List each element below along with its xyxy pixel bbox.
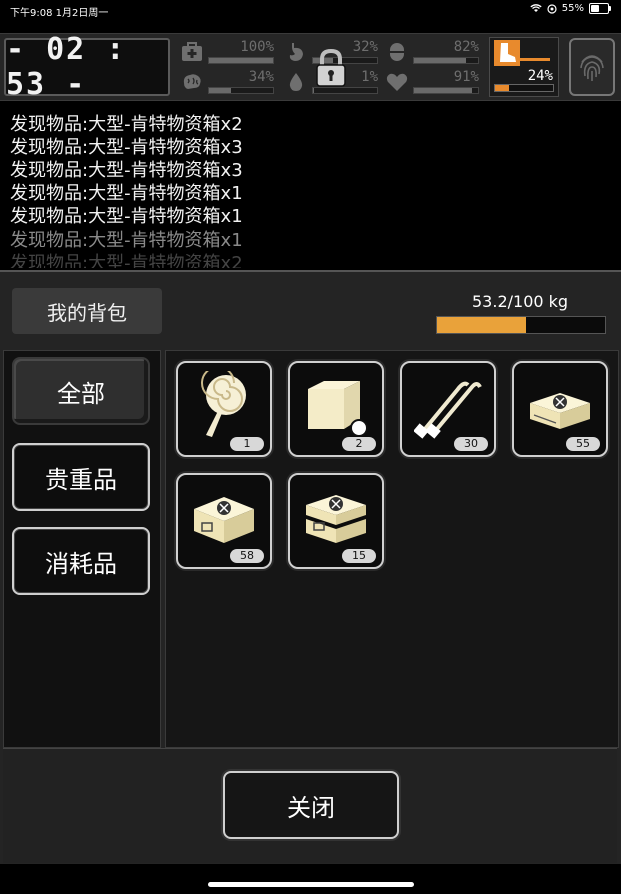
vital-stats: 100% 32% 82% 34% 1% 91% — [178, 36, 483, 98]
capacity-bar-fill — [437, 317, 527, 333]
log-line: 发现物品:大型-肯特物资箱x1 — [10, 206, 243, 227]
panel-footer: 关闭 — [3, 748, 617, 863]
capacity-bar — [436, 316, 606, 334]
status-bar: 下午9:08 1月2日周一 55% — [0, 0, 621, 20]
water-drop-icon — [289, 73, 303, 91]
battery-icon — [589, 3, 611, 14]
item-count: 1 — [230, 437, 264, 451]
countdown-timer: - 02 : 53 - — [4, 32, 170, 102]
stat-mental: 34% — [178, 68, 278, 96]
lockpick-icon — [414, 381, 482, 439]
survival-hud: - 02 : 53 - 100% 32% 82% 34% 1% 91% 24% — [0, 32, 621, 102]
weight-percent: 24% — [527, 68, 553, 84]
weight-dash — [520, 58, 550, 61]
supply-case-icon — [194, 497, 254, 543]
category-all[interactable]: 全部 — [12, 357, 150, 425]
item-count: 15 — [342, 549, 376, 563]
stat-health: 100% — [178, 38, 278, 66]
stat-heart: 91% — [383, 68, 483, 96]
log-line: 发现物品:大型-肯特物资箱x2 — [10, 114, 243, 135]
status-date: 1月2日周一 — [55, 8, 109, 19]
lollipop-icon — [201, 371, 246, 437]
item-count: 58 — [230, 549, 264, 563]
capacity-label: 53.2/100 kg — [472, 292, 569, 311]
category-valuables[interactable]: 贵重品 — [12, 443, 150, 511]
inventory-title: 我的背包 — [12, 288, 162, 334]
item-slot-supply-box[interactable]: 55 — [512, 361, 608, 457]
home-indicator[interactable] — [208, 882, 414, 887]
item-grid: 1 2 30 55 58 15 — [165, 350, 619, 748]
log-line: 发现物品:大型-肯特物资箱x2 — [10, 253, 243, 268]
lock-badge-icon — [350, 419, 368, 437]
item-count: 30 — [454, 437, 488, 451]
carry-weight-indicator: 24% — [489, 37, 559, 97]
item-count: 2 — [342, 437, 376, 451]
item-slot-supply-case[interactable]: 58 — [176, 473, 272, 569]
status-time-date: 下午9:08 1月2日周一 — [10, 4, 108, 19]
discovery-log[interactable]: 发现物品:大型-肯特物资箱x2 发现物品:大型-肯特物资箱x3 发现物品:大型-… — [0, 108, 621, 268]
item-slot-lockpick[interactable]: 30 — [400, 361, 496, 457]
fingerprint-button[interactable] — [569, 38, 615, 96]
item-slot-lollipop[interactable]: 1 — [176, 361, 272, 457]
stat-heart-bar — [414, 88, 473, 93]
stat-medicine-value: 82% — [453, 39, 479, 55]
heart-icon — [386, 73, 408, 91]
location-icon — [547, 3, 557, 14]
log-line: 发现物品:大型-肯特物资箱x3 — [10, 160, 243, 181]
stat-medicine: 82% — [383, 38, 483, 66]
log-line: 发现物品:大型-肯特物资箱x1 — [10, 230, 243, 251]
stat-thirst-value: 1% — [361, 69, 378, 85]
brain-icon — [183, 74, 201, 89]
stat-heart-value: 91% — [453, 69, 479, 85]
stat-mental-bar — [209, 88, 231, 93]
stat-mental-value: 34% — [248, 69, 274, 85]
pill-icon — [390, 43, 404, 61]
fingerprint-icon — [580, 55, 604, 81]
stat-medicine-bar — [414, 58, 467, 63]
supply-box-small-icon — [530, 393, 590, 429]
boot-icon — [494, 40, 520, 66]
padlock-icon — [316, 48, 346, 87]
log-line: 发现物品:大型-肯特物资箱x1 — [10, 183, 243, 204]
stomach-icon — [289, 43, 303, 61]
supply-crate-stack-icon — [306, 495, 366, 543]
stat-hunger-value: 32% — [352, 39, 378, 55]
wifi-icon — [530, 4, 542, 12]
battery-percent: 55% — [561, 3, 584, 14]
category-consumables[interactable]: 消耗品 — [12, 527, 150, 595]
category-sidebar: 全部 贵重品 消耗品 — [3, 350, 161, 748]
weight-bar-fill — [495, 85, 509, 91]
stat-health-value: 100% — [240, 39, 274, 55]
inventory-panel: 我的背包 53.2/100 kg 全部 贵重品 消耗品 1 2 30 55 58… — [0, 270, 621, 864]
item-count: 55 — [566, 437, 600, 451]
item-slot-supply-crate[interactable]: 15 — [288, 473, 384, 569]
stat-health-bar — [209, 58, 273, 63]
medkit-icon — [182, 42, 202, 61]
status-right: 55% — [530, 3, 611, 14]
log-line: 发现物品:大型-肯特物资箱x3 — [10, 137, 243, 158]
close-button[interactable]: 关闭 — [223, 771, 399, 839]
item-slot-cardboard-box[interactable]: 2 — [288, 361, 384, 457]
status-time: 下午9:08 — [10, 8, 53, 19]
stat-thirst-bar — [313, 88, 314, 93]
